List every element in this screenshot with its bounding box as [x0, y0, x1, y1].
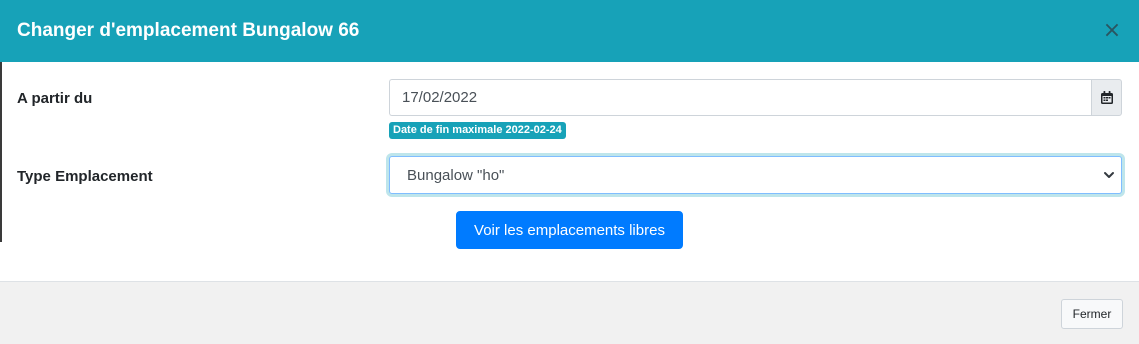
close-button[interactable]: Fermer — [1061, 299, 1123, 329]
location-type-select[interactable]: Bungalow "ho" — [389, 156, 1122, 194]
max-end-date-badge: Date de fin maximale 2022-02-24 — [389, 122, 566, 139]
close-icon[interactable]: × — [1101, 18, 1123, 44]
start-date-input[interactable] — [389, 79, 1091, 116]
chevron-down-icon — [1104, 172, 1114, 178]
left-edge-divider — [0, 62, 2, 242]
calendar-icon — [1100, 91, 1113, 104]
location-type-selected-value: Bungalow "ho" — [407, 167, 505, 184]
modal-footer: Fermer — [0, 281, 1139, 344]
modal-header: Changer d'emplacement Bungalow 66 × — [0, 0, 1139, 62]
location-type-label: Type Emplacement — [17, 168, 153, 185]
start-date-label: A partir du — [17, 90, 93, 107]
view-free-locations-button[interactable]: Voir les emplacements libres — [456, 211, 683, 249]
date-input-group — [389, 79, 1122, 116]
modal-title: Changer d'emplacement Bungalow 66 — [17, 20, 360, 41]
change-location-modal: Changer d'emplacement Bungalow 66 × A pa… — [0, 0, 1139, 344]
calendar-button[interactable] — [1091, 79, 1122, 116]
